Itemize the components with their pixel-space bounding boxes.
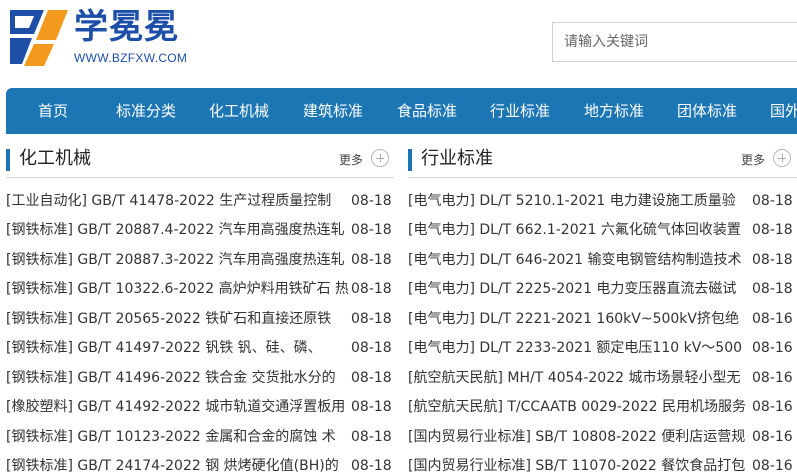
list-item-date: 08-18 bbox=[351, 193, 392, 209]
nav-item-foreign-standards[interactable]: 国外标准 bbox=[770, 88, 797, 134]
plus-circle-icon[interactable] bbox=[773, 149, 791, 167]
list-item-date: 08-18 bbox=[351, 281, 392, 297]
panel-header: 行业标准 更多 bbox=[408, 148, 797, 178]
list-item-date: 08-18 bbox=[351, 399, 392, 415]
list-item-title[interactable]: [国内贸易行业标准] SB/T 11070-2022 餐饮食品打包 bbox=[408, 455, 748, 476]
list-item-date: 08-16 bbox=[752, 370, 793, 386]
list-item-date: 08-16 bbox=[752, 311, 793, 327]
list-item-date: 08-16 bbox=[752, 458, 793, 474]
list-item-title[interactable]: [钢铁标准] GB/T 20565-2022 铁矿石和直接还原铁 bbox=[6, 308, 348, 330]
list-item-title[interactable]: [钢铁标准] GB/T 20887.4-2022 汽车用高强度热连轧 bbox=[6, 219, 348, 241]
list-item-date: 08-18 bbox=[351, 458, 392, 474]
list-item-title[interactable]: [钢铁标准] GB/T 10322.6-2022 高炉炉料用铁矿石 热 bbox=[6, 278, 348, 300]
list-item-date: 08-18 bbox=[752, 252, 793, 268]
list-item-title[interactable]: [工业自动化] GB/T 41478-2022 生产过程质量控制 bbox=[6, 190, 348, 212]
list-item-date: 08-18 bbox=[752, 222, 793, 238]
panel-header: 化工机械 更多 bbox=[6, 148, 394, 178]
panel-industry-standards: 行业标准 更多 [电气电力] DL/T 5210.1-2021 电力建设施工质量… bbox=[408, 148, 797, 476]
panel-accent-bar bbox=[6, 149, 10, 171]
list-item-date: 08-16 bbox=[752, 429, 793, 445]
list-item-title[interactable]: [电气电力] DL/T 2233-2021 额定电压110 kV～500 bbox=[408, 337, 748, 359]
list-item-date: 08-18 bbox=[752, 281, 793, 297]
list-item-title[interactable]: [钢铁标准] GB/T 10123-2022 金属和合金的腐蚀 术 bbox=[6, 426, 348, 448]
more-link[interactable]: 更多 bbox=[741, 151, 765, 168]
list-item-title[interactable]: [电气电力] DL/T 646-2021 输变电钢管结构制造技术 bbox=[408, 249, 748, 271]
list-item-date: 08-18 bbox=[351, 340, 392, 356]
logo-title: 学冕冕 bbox=[74, 7, 179, 47]
plus-circle-icon[interactable] bbox=[371, 149, 389, 167]
list-item-date: 08-18 bbox=[351, 252, 392, 268]
list-item-title[interactable]: [电气电力] DL/T 2225-2021 电力变压器直流去磁试 bbox=[408, 278, 748, 300]
list-item-title[interactable]: [航空航天民航] T/CCAATB 0029-2022 民用机场服务 bbox=[408, 396, 748, 418]
list-item-date: 08-18 bbox=[351, 311, 392, 327]
site-logo[interactable]: 学冕冕 WWW.BZFXW.COM bbox=[6, 4, 206, 70]
list-item-date: 08-18 bbox=[351, 429, 392, 445]
list-item-title[interactable]: [橡胶塑料] GB/T 41492-2022 城市轨道交通浮置板用 bbox=[6, 396, 348, 418]
more-link[interactable]: 更多 bbox=[339, 151, 363, 168]
list-item-title[interactable]: [钢铁标准] GB/T 20887.3-2022 汽车用高强度热连轧 bbox=[6, 249, 348, 271]
list-item-title[interactable]: [钢铁标准] GB/T 41496-2022 铁合金 交货批水分的 bbox=[6, 367, 348, 389]
nav-item-local-standards[interactable]: 地方标准 bbox=[584, 88, 644, 134]
nav-item-building-standards[interactable]: 建筑标准 bbox=[303, 88, 363, 134]
nav-item-home[interactable]: 首页 bbox=[38, 88, 68, 134]
search-input[interactable] bbox=[553, 23, 797, 61]
nav-item-chemical-machinery[interactable]: 化工机械 bbox=[209, 88, 269, 134]
logo-url: WWW.BZFXW.COM bbox=[74, 51, 188, 65]
nav-item-group-standards[interactable]: 团体标准 bbox=[677, 88, 737, 134]
logo-mark-icon bbox=[10, 10, 68, 66]
list-item-date: 08-18 bbox=[351, 370, 392, 386]
list-item-title[interactable]: [电气电力] DL/T 5210.1-2021 电力建设施工质量验 bbox=[408, 190, 748, 212]
list-item-date: 08-18 bbox=[752, 193, 793, 209]
panel-title: 化工机械 bbox=[19, 148, 91, 169]
list-item-title[interactable]: [钢铁标准] GB/T 24174-2022 钢 烘烤硬化值(BH)的 bbox=[6, 455, 348, 476]
panel-title: 行业标准 bbox=[421, 148, 493, 169]
nav-item-industry-standards[interactable]: 行业标准 bbox=[490, 88, 550, 134]
list-item-title[interactable]: [国内贸易行业标准] SB/T 10808-2022 便利店运营规 bbox=[408, 426, 748, 448]
list-item-title[interactable]: [航空航天民航] MH/T 4054-2022 城市场景轻小型无 bbox=[408, 367, 748, 389]
main-nav: 首页 标准分类 化工机械 建筑标准 食品标准 行业标准 地方标准 团体标准 国外… bbox=[6, 88, 797, 134]
nav-item-standard-categories[interactable]: 标准分类 bbox=[116, 88, 176, 134]
list-item-date: 08-16 bbox=[752, 340, 793, 356]
list-item-date: 08-16 bbox=[752, 399, 793, 415]
panel-accent-bar bbox=[408, 149, 412, 171]
list-item-title[interactable]: [电气电力] DL/T 2221-2021 160kV~500kV挤包绝 bbox=[408, 308, 748, 330]
list-item-title[interactable]: [钢铁标准] GB/T 41497-2022 钒铁 钒、硅、磷、 bbox=[6, 337, 348, 359]
list-item-date: 08-18 bbox=[351, 222, 392, 238]
search-box[interactable] bbox=[552, 22, 797, 62]
nav-item-food-standards[interactable]: 食品标准 bbox=[397, 88, 457, 134]
list-item-title[interactable]: [电气电力] DL/T 662.1-2021 六氟化硫气体回收装置 bbox=[408, 219, 748, 241]
site-header: 学冕冕 WWW.BZFXW.COM bbox=[0, 0, 797, 88]
panel-chemical-machinery: 化工机械 更多 [工业自动化] GB/T 41478-2022 生产过程质量控制… bbox=[6, 148, 394, 476]
